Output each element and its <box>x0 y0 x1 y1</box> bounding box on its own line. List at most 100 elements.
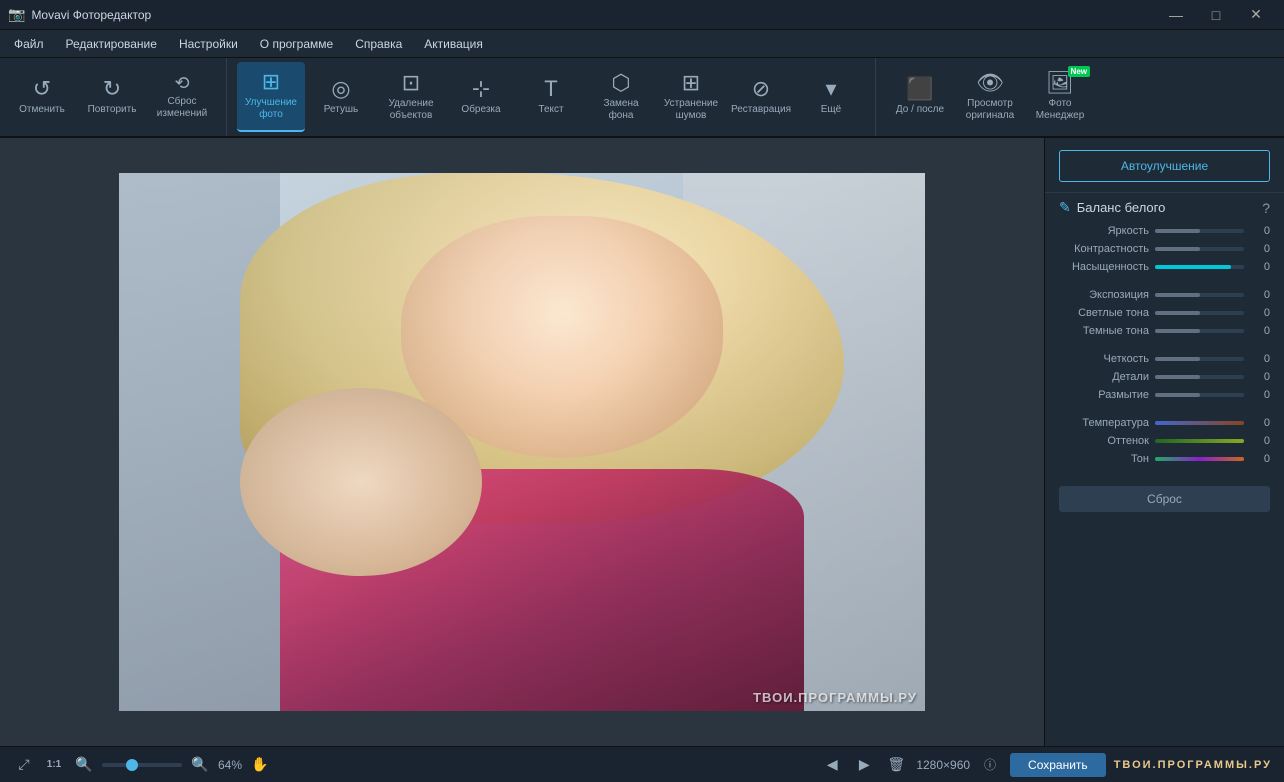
white-balance-section: ✎ Баланс белого ? <box>1045 192 1284 222</box>
text-button[interactable]: T Текст <box>517 62 585 132</box>
canvas-area[interactable]: ТВОИ.ПРОГРАММЫ.РУ <box>0 138 1044 746</box>
before-after-icon: ⬛ <box>906 78 933 100</box>
app-title: Movavi Фоторедактор <box>31 8 151 22</box>
clarity-slider[interactable] <box>1155 357 1244 361</box>
highlights-row: Светлые тона 0 <box>1045 304 1284 322</box>
watermark-label: ТВОИ.ПРОГРАММЫ.РУ <box>1114 759 1272 771</box>
menu-file[interactable]: Файл <box>4 33 54 55</box>
remove-obj-icon: ⊡ <box>402 72 420 94</box>
zoom-in-button[interactable]: 🔍 <box>188 753 212 777</box>
auto-enhance-button[interactable]: Автоулучшение <box>1059 150 1270 182</box>
saturation-label: Насыщенность <box>1059 261 1149 273</box>
navigation-prev-button[interactable]: ◀ <box>820 753 844 777</box>
tone-value: 0 <box>1250 453 1270 465</box>
reset-changes-button[interactable]: ⟲ Сброс изменений <box>148 62 216 132</box>
temperature-row: Температура 0 <box>1045 414 1284 432</box>
window-controls: — □ ✕ <box>1156 0 1276 30</box>
highlights-label: Светлые тона <box>1059 307 1149 319</box>
saturation-slider[interactable] <box>1155 265 1244 269</box>
details-slider[interactable] <box>1155 375 1244 379</box>
bg-replace-icon: ⬡ <box>611 72 630 94</box>
temperature-slider[interactable] <box>1155 421 1244 425</box>
shadows-row: Темные тона 0 <box>1045 322 1284 340</box>
exposure-slider[interactable] <box>1155 293 1244 297</box>
zoom-out-button[interactable]: 🔍 <box>72 753 96 777</box>
zoom-thumb <box>126 759 138 771</box>
blur-label: Размытие <box>1059 389 1149 401</box>
undo-button[interactable]: ↺ Отменить <box>8 62 76 132</box>
menu-about[interactable]: О программе <box>250 33 343 55</box>
tone-label: Тон <box>1059 453 1149 465</box>
pan-tool-button[interactable]: ✋ <box>248 753 272 777</box>
enhance-photo-button[interactable]: ⊞ Улучшение фото <box>237 62 305 132</box>
crop-icon: ⊹ <box>472 78 490 100</box>
image-size: 1280×960 <box>916 758 970 772</box>
restore-button[interactable]: ⊘ Реставрация <box>727 62 795 132</box>
zoom-slider[interactable] <box>102 763 182 767</box>
blur-value: 0 <box>1250 389 1270 401</box>
denoise-icon: ⊞ <box>682 72 700 94</box>
saturation-row: Насыщенность 0 <box>1045 258 1284 276</box>
reset-icon: ⟲ <box>174 74 189 92</box>
menubar: Файл Редактирование Настройки О программ… <box>0 30 1284 58</box>
exposure-label: Экспозиция <box>1059 289 1149 301</box>
navigation-next-button[interactable]: ▶ <box>852 753 876 777</box>
save-button[interactable]: Сохранить <box>1010 753 1106 777</box>
main-area: ТВОИ.ПРОГРАММЫ.РУ Автоулучшение ✎ Баланс… <box>0 138 1284 746</box>
brightness-label: Яркость <box>1059 225 1149 237</box>
redo-button[interactable]: ↻ Повторить <box>78 62 146 132</box>
maximize-button[interactable]: □ <box>1196 0 1236 30</box>
titlebar: 📷 Movavi Фоторедактор — □ ✕ <box>0 0 1284 30</box>
delete-button[interactable]: 🗑 <box>884 753 908 777</box>
retouch-button[interactable]: ◎ Ретушь <box>307 62 375 132</box>
fit-screen-button[interactable]: ⤢ <box>12 753 36 777</box>
details-row: Детали 0 <box>1045 368 1284 386</box>
blur-slider[interactable] <box>1155 393 1244 397</box>
help-button[interactable]: ? <box>1262 200 1270 216</box>
info-button[interactable]: ⓘ <box>978 753 1002 777</box>
menu-activate[interactable]: Активация <box>414 33 493 55</box>
hue-slider[interactable] <box>1155 439 1244 443</box>
hue-value: 0 <box>1250 435 1270 447</box>
toolbar: ↺ Отменить ↻ Повторить ⟲ Сброс изменений… <box>0 58 1284 138</box>
highlights-slider[interactable] <box>1155 311 1244 315</box>
zoom-level: 64% <box>218 758 242 772</box>
exposure-value: 0 <box>1250 289 1270 301</box>
exposure-row: Экспозиция 0 <box>1045 286 1284 304</box>
details-label: Детали <box>1059 371 1149 383</box>
shadows-slider[interactable] <box>1155 329 1244 333</box>
menu-help[interactable]: Справка <box>345 33 412 55</box>
minimize-button[interactable]: — <box>1156 0 1196 30</box>
photo-display: ТВОИ.ПРОГРАММЫ.РУ <box>119 173 925 711</box>
menu-settings[interactable]: Настройки <box>169 33 248 55</box>
bg-replace-button[interactable]: ⬡ Замена фона <box>587 62 655 132</box>
undo-icon: ↺ <box>33 78 51 100</box>
brightness-slider[interactable] <box>1155 229 1244 233</box>
menu-edit[interactable]: Редактирование <box>56 33 167 55</box>
crop-button[interactable]: ⊹ Обрезка <box>447 62 515 132</box>
more-button[interactable]: ▾ Ещё <box>797 62 865 132</box>
temperature-label: Температура <box>1059 417 1149 429</box>
new-badge: New <box>1068 66 1090 77</box>
statusbar: ⤢ 1:1 🔍 🔍 64% ✋ ◀ ▶ 🗑 1280×960 ⓘ Сохрани… <box>0 746 1284 782</box>
contrast-value: 0 <box>1250 243 1270 255</box>
highlights-value: 0 <box>1250 307 1270 319</box>
hue-label: Оттенок <box>1059 435 1149 447</box>
before-after-button[interactable]: ⬛ До / после <box>886 62 954 132</box>
view-group: ⬛ До / после 👁 Просмотр оригинала New 🖼 … <box>886 58 1104 136</box>
close-button[interactable]: ✕ <box>1236 0 1276 30</box>
brightness-value: 0 <box>1250 225 1270 237</box>
view-original-button[interactable]: 👁 Просмотр оригинала <box>956 62 1024 132</box>
reset-button[interactable]: Сброс <box>1059 486 1270 512</box>
denoise-button[interactable]: ⊞ Устранение шумов <box>657 62 725 132</box>
actual-size-button[interactable]: 1:1 <box>42 753 66 777</box>
clarity-row: Четкость 0 <box>1045 350 1284 368</box>
text-icon: T <box>544 78 557 100</box>
tone-slider[interactable] <box>1155 457 1244 461</box>
remove-objects-button[interactable]: ⊡ Удаление объектов <box>377 62 445 132</box>
tools-group: ⊞ Улучшение фото ◎ Ретушь ⊡ Удаление объ… <box>237 58 876 136</box>
photo-manager-button[interactable]: New 🖼 Фото Менеджер <box>1026 62 1094 132</box>
shadows-value: 0 <box>1250 325 1270 337</box>
contrast-slider[interactable] <box>1155 247 1244 251</box>
blur-row: Размытие 0 <box>1045 386 1284 404</box>
